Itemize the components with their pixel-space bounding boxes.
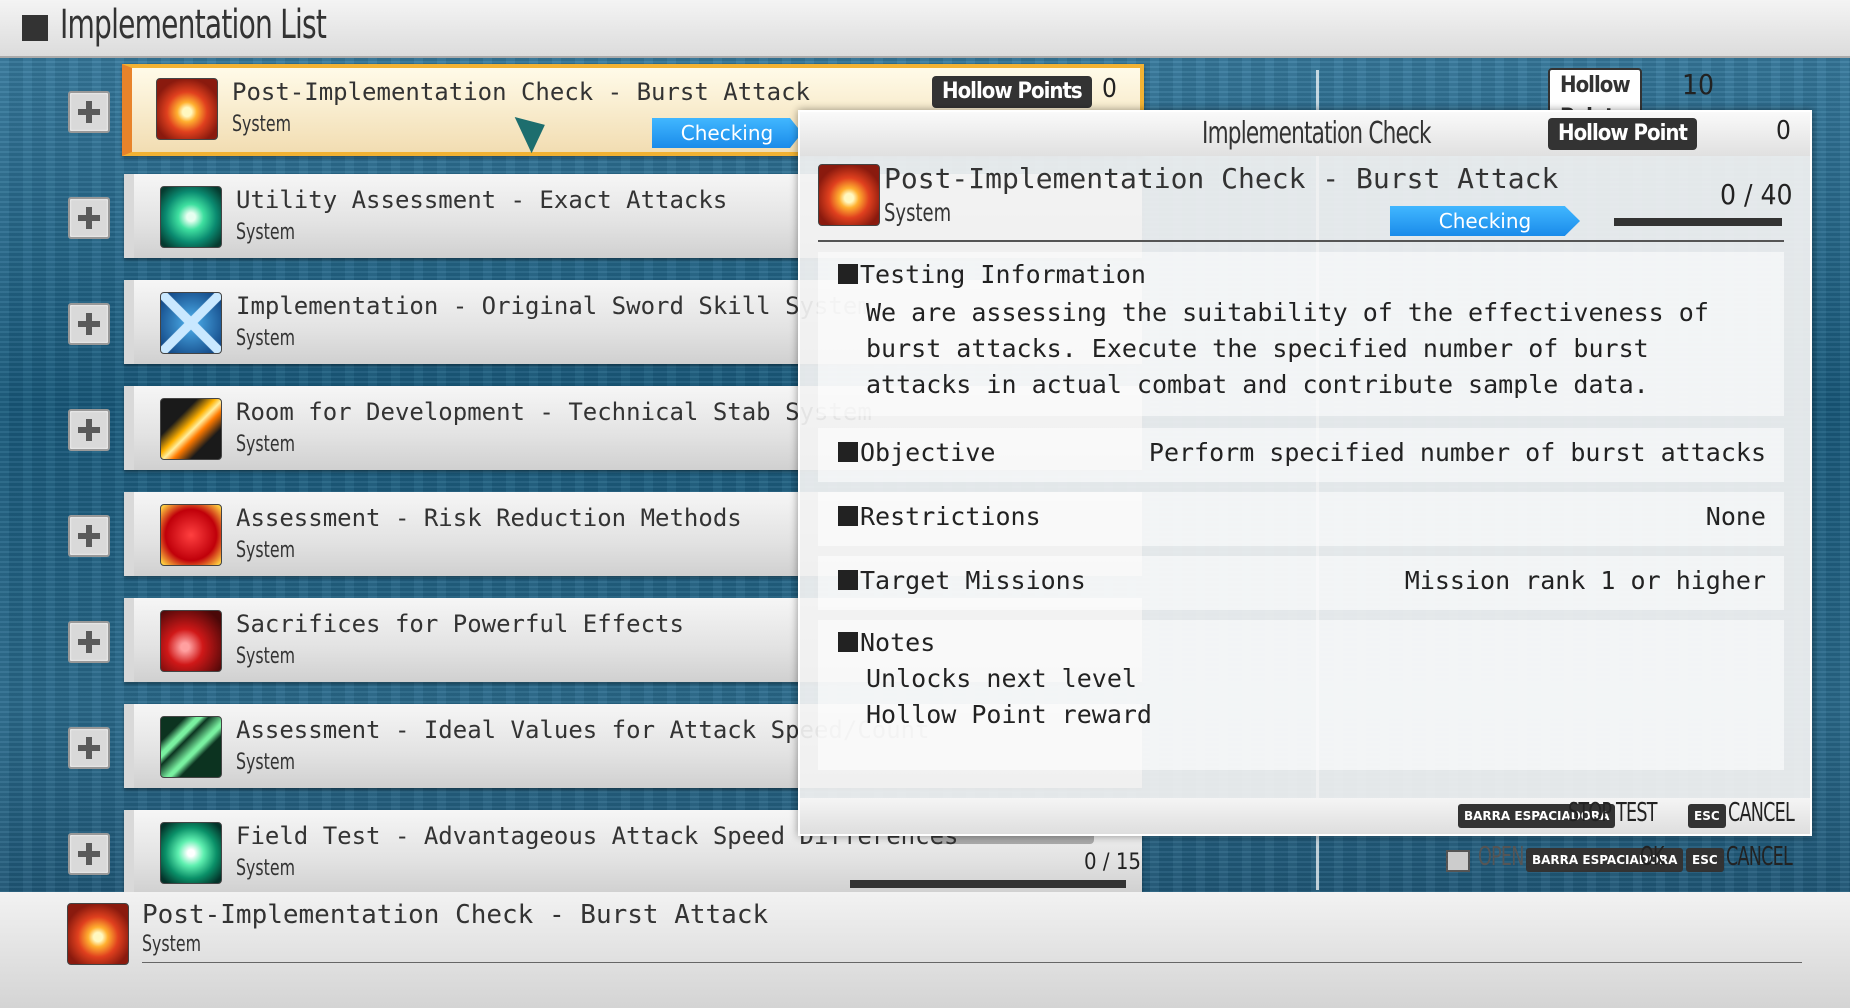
- list-item-category: System: [232, 112, 292, 137]
- task-category: System: [884, 198, 952, 227]
- burst-icon: [67, 903, 129, 965]
- section-label: Notes: [838, 628, 935, 657]
- divider: [142, 962, 1802, 963]
- burst-icon: [818, 164, 880, 226]
- info-line: We are assessing the suitability of the …: [866, 298, 1709, 327]
- info-line: burst attacks. Execute the specified num…: [866, 334, 1649, 363]
- note-line: Hollow Point reward: [866, 700, 1152, 729]
- testing-information-section: Testing Information We are assessing the…: [818, 252, 1784, 416]
- notes-section: Notes Unlocks next level Hollow Point re…: [818, 620, 1784, 770]
- expand-button-7[interactable]: [68, 833, 110, 875]
- dialog-header: Implementation Check Hollow Point 0: [800, 112, 1810, 156]
- status-badge: Checking: [1390, 206, 1580, 236]
- ok-button[interactable]: OK: [1640, 842, 1665, 872]
- list-item-category: System: [236, 750, 296, 775]
- footer-title: Post-Implementation Check - Burst Attack: [142, 900, 769, 930]
- section-label: Target Missions: [838, 566, 1086, 595]
- title-square-icon: [22, 15, 48, 41]
- target-missions-section: Target Missions Mission rank 1 or higher: [818, 556, 1784, 610]
- section-label: Objective: [838, 438, 995, 467]
- burst-icon: [156, 78, 218, 140]
- divider: [818, 240, 1784, 242]
- open-arrow-icon: [1446, 850, 1470, 872]
- page-title: Implementation List: [60, 2, 327, 48]
- hollow-points-value: 10: [1682, 68, 1715, 101]
- stop-test-button[interactable]: STOP TEST: [1568, 798, 1657, 828]
- esc-key-icon: ESC: [1686, 848, 1724, 872]
- list-item-category: System: [236, 220, 296, 245]
- list-item-category: System: [236, 326, 296, 351]
- speed-icon: [160, 716, 222, 778]
- green-swirl-icon: [160, 186, 222, 248]
- cancel-button[interactable]: CANCEL: [1728, 798, 1795, 828]
- progress-text: 0 / 15: [1084, 850, 1142, 875]
- task-title: Post-Implementation Check - Burst Attack: [884, 162, 1559, 195]
- note-line: Unlocks next level: [866, 664, 1137, 693]
- progress-text: 0 / 40: [1720, 178, 1793, 211]
- list-item-category: System: [236, 432, 296, 457]
- expand-button-4[interactable]: [68, 515, 110, 557]
- expand-button-3[interactable]: [68, 409, 110, 451]
- info-line: attacks in actual combat and contribute …: [866, 370, 1649, 399]
- list-item-title: Assessment - Risk Reduction Methods: [236, 504, 742, 532]
- restrictions-value: None: [1705, 502, 1766, 531]
- list-item-title: Sacrifices for Powerful Effects: [236, 610, 684, 638]
- list-item-title: Utility Assessment - Exact Attacks: [236, 186, 728, 214]
- sacrifice-icon: [160, 610, 222, 672]
- objective-value: Perform specified number of burst attack…: [1148, 438, 1766, 467]
- cancel-button[interactable]: CANCEL: [1726, 842, 1793, 872]
- expand-button-0[interactable]: [68, 91, 110, 133]
- expand-button-1[interactable]: [68, 197, 110, 239]
- expand-button-2[interactable]: [68, 303, 110, 345]
- dialog-title: Implementation Check: [1202, 116, 1432, 151]
- hollow-points-value: 0: [1102, 74, 1117, 104]
- list-item-title: Post-Implementation Check - Burst Attack: [232, 78, 810, 106]
- hollow-point-label: Hollow Point: [1548, 118, 1697, 150]
- hollow-point-value: 0: [1776, 116, 1791, 146]
- list-item-category: System: [236, 644, 296, 669]
- hollow-points-label: Hollow Points: [932, 76, 1092, 108]
- progress-bar: [850, 880, 1126, 888]
- title-bar: Implementation List: [0, 0, 1850, 58]
- crossed-swords-icon: [160, 292, 222, 354]
- esc-key-icon: ESC: [1688, 804, 1726, 828]
- restrictions-section: Restrictions None: [818, 492, 1784, 546]
- objective-section: Objective Perform specified number of bu…: [818, 428, 1784, 482]
- status-badge: Checking: [652, 118, 802, 148]
- list-item-title: Implementation - Original Sword Skill Sy…: [236, 292, 872, 320]
- dialog-footer: BARRA ESPACIADORA STOP TEST ESC CANCEL: [800, 798, 1810, 834]
- list-item-category: System: [236, 538, 296, 563]
- field-swirl-icon: [160, 822, 222, 884]
- section-label: Testing Information: [838, 260, 1146, 289]
- expand-button-6[interactable]: [68, 727, 110, 769]
- footer-category: System: [142, 932, 202, 957]
- stab-icon: [160, 398, 222, 460]
- expand-button-5[interactable]: [68, 621, 110, 663]
- open-button[interactable]: OPEN: [1478, 842, 1524, 872]
- implementation-check-dialog: Implementation Check Hollow Point 0 Post…: [798, 110, 1812, 836]
- exclamation-icon: [160, 504, 222, 566]
- progress-bar: [1614, 218, 1782, 226]
- list-item-title: Room for Development - Technical Stab Sy…: [236, 398, 872, 426]
- list-item-category: System: [236, 856, 296, 881]
- target-missions-value: Mission rank 1 or higher: [1404, 566, 1766, 595]
- section-label: Restrictions: [838, 502, 1041, 531]
